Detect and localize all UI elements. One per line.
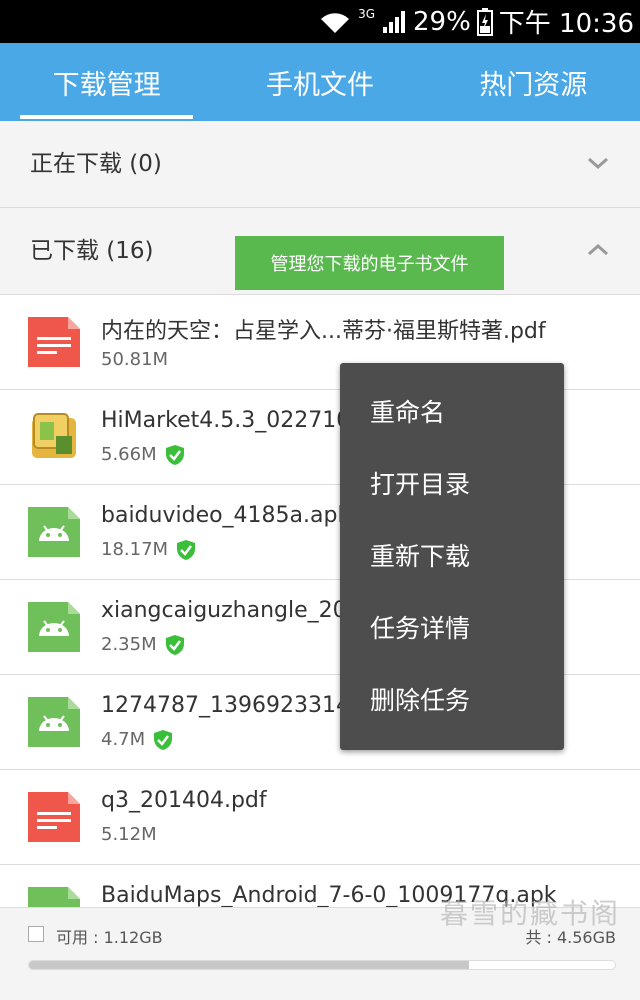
himarket-app-icon [32, 413, 76, 458]
menu-item-rename[interactable]: 重命名 [340, 377, 564, 449]
file-size: 5.66M [101, 444, 157, 465]
file-size-row: 5.12M [101, 824, 157, 845]
tab-hot-resources[interactable]: 热门资源 [427, 43, 640, 121]
tab-phone-files[interactable]: 手机文件 [213, 43, 426, 121]
downloaded-section-title: 已下载 (16) [30, 238, 154, 264]
battery-percent: 29% [413, 6, 471, 37]
menu-item-open-folder[interactable]: 打开目录 [340, 449, 564, 521]
file-size-row: 2.35M [101, 634, 185, 655]
android-icon [28, 507, 80, 557]
file-size: 18.17M [101, 539, 169, 560]
clock: 下午 10:36 [498, 9, 634, 39]
verified-shield-icon [165, 444, 184, 465]
file-size: 50.81M [101, 349, 169, 370]
verified-shield-icon [154, 729, 173, 750]
file-size-row: 50.81M [101, 349, 168, 370]
top-tab-bar: 下载管理 手机文件 热门资源 [0, 43, 640, 121]
storage-progress-bar [28, 960, 616, 970]
list-item[interactable]: q3_201404.pdf 5.12M [0, 770, 640, 865]
context-menu: 重命名 打开目录 重新下载 任务详情 删除任务 [340, 363, 564, 750]
file-size-row: 18.17M [101, 539, 196, 560]
chevron-down-icon [588, 157, 608, 170]
chevron-up-icon [588, 243, 608, 256]
android-icon [28, 602, 80, 652]
verified-shield-icon [177, 539, 196, 560]
pdf-icon [28, 792, 80, 842]
status-bar: 3G 29% 下午 10:36 [0, 0, 640, 43]
menu-item-redownload[interactable]: 重新下载 [340, 521, 564, 593]
android-icon [28, 697, 80, 747]
battery-charging-icon [476, 7, 493, 36]
network-type-label: 3G [358, 6, 375, 21]
watermark: 暮雪的藏书阁 [439, 897, 620, 930]
pdf-icon [28, 317, 80, 367]
status-bar-right: 3G 29% 下午 10:36 [318, 0, 634, 43]
verified-shield-icon [165, 634, 184, 655]
file-name: baiduvideo_4185a.apk [101, 503, 351, 528]
file-name: q3_201404.pdf [101, 788, 267, 813]
ebook-manage-tooltip[interactable]: 管理您下载的电子书文件 [235, 236, 504, 290]
file-size: 2.35M [101, 634, 157, 655]
file-size-row: 4.7M [101, 729, 173, 750]
signal-icon [383, 10, 405, 33]
file-size-row: 5.66M [101, 444, 185, 465]
storage-progress-fill [29, 961, 469, 969]
wifi-icon [321, 12, 350, 33]
file-size: 4.7M [101, 729, 146, 750]
downloading-section-header[interactable]: 正在下载 (0) [0, 121, 640, 208]
select-all-checkbox[interactable] [28, 926, 44, 942]
menu-item-delete-task[interactable]: 删除任务 [340, 665, 564, 737]
file-name: 内在的天空：占星学入...蒂芬·福里斯特著.pdf [101, 319, 546, 344]
menu-item-task-details[interactable]: 任务详情 [340, 593, 564, 665]
storage-available: 可用 : 1.12GB [56, 928, 163, 947]
tab-download-manager[interactable]: 下载管理 [0, 43, 213, 121]
downloading-section-title: 正在下载 (0) [30, 151, 162, 177]
file-size: 5.12M [101, 824, 157, 845]
